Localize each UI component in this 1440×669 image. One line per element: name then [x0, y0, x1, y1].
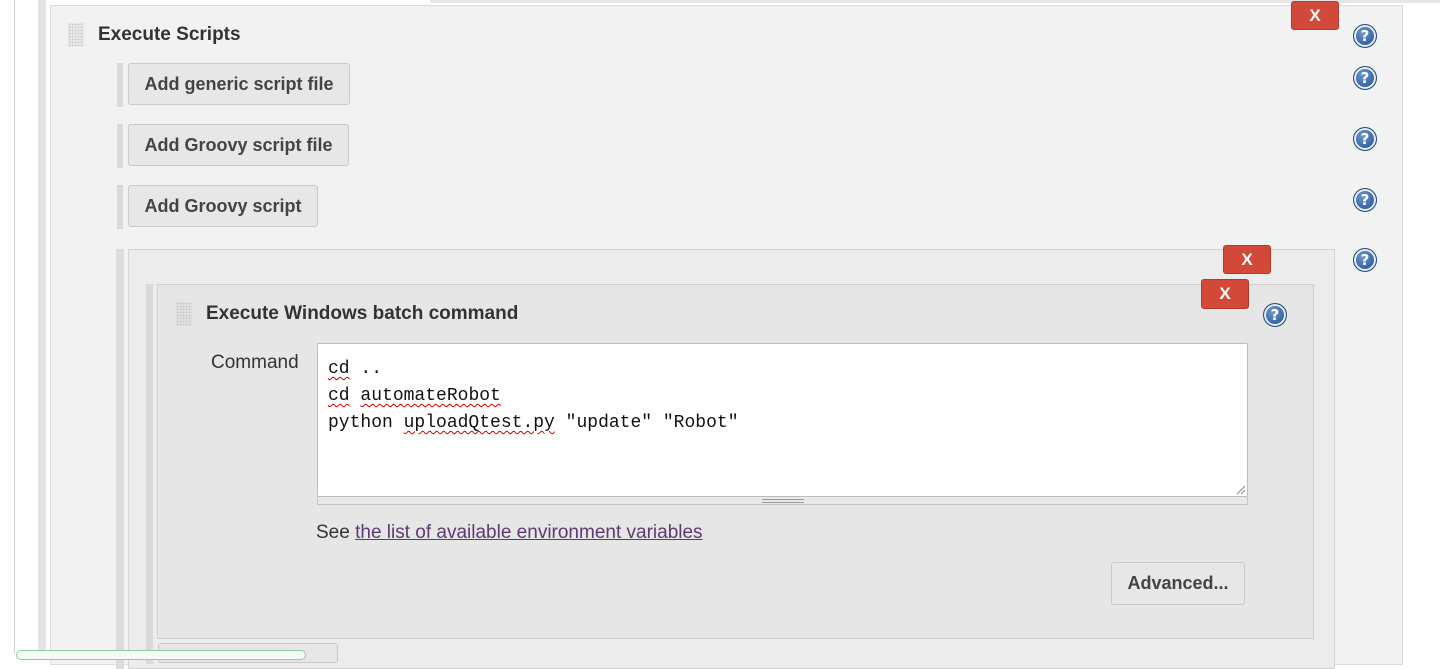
- command-word: ..: [349, 359, 383, 379]
- command-word: uploadQtest.py: [403, 413, 555, 433]
- notification-bar: [16, 650, 306, 660]
- command-word: automateRobot: [360, 386, 501, 406]
- help-icon[interactable]: ?: [1263, 303, 1287, 327]
- inner-step-rail: [116, 249, 124, 669]
- add-generic-script-file-button[interactable]: Add generic script file: [128, 63, 350, 105]
- help-icon[interactable]: ?: [1353, 24, 1377, 48]
- delete-section-button[interactable]: X: [1291, 1, 1339, 30]
- command-line: python uploadQtest.py "update" "Robot": [328, 410, 1237, 437]
- top-divider: [430, 0, 1440, 3]
- command-word: cd: [328, 359, 350, 379]
- textarea-resize-icon[interactable]: [1236, 485, 1246, 495]
- command-textarea[interactable]: cd .. cd automateRobot python uploadQtest.…: [317, 343, 1248, 497]
- command-word: "update" "Robot": [554, 413, 739, 433]
- env-vars-note: See the list of available environment va…: [316, 522, 703, 544]
- button-rail: [117, 124, 123, 168]
- resize-grip-icon[interactable]: [762, 499, 804, 503]
- button-rail: [117, 63, 123, 107]
- outer-rail: [38, 0, 46, 654]
- command-line: cd automateRobot: [328, 383, 1237, 410]
- help-icon[interactable]: ?: [1353, 127, 1377, 151]
- command-word: [350, 386, 361, 406]
- add-groovy-script-file-button[interactable]: Add Groovy script file: [128, 124, 349, 166]
- delete-batch-step-button[interactable]: X: [1201, 279, 1249, 309]
- add-groovy-script-button[interactable]: Add Groovy script: [128, 185, 318, 227]
- batch-step-rail: [146, 284, 153, 664]
- help-icon[interactable]: ?: [1353, 188, 1377, 212]
- batch-step-title: Execute Windows batch command: [206, 303, 519, 324]
- command-word: python: [328, 413, 404, 433]
- drag-handle-icon[interactable]: [176, 302, 192, 326]
- command-word: cd: [328, 386, 350, 406]
- command-line: cd ..: [328, 356, 1237, 383]
- env-vars-link[interactable]: the list of available environment variab…: [355, 522, 702, 543]
- section-title: Execute Scripts: [98, 24, 241, 45]
- help-icon[interactable]: ?: [1353, 66, 1377, 90]
- advanced-button[interactable]: Advanced...: [1111, 562, 1245, 605]
- delete-inner-step-button[interactable]: X: [1223, 245, 1271, 274]
- help-icon[interactable]: ?: [1353, 248, 1377, 272]
- see-prefix: See: [316, 522, 356, 543]
- drag-handle-icon[interactable]: [68, 23, 84, 47]
- command-label: Command: [211, 352, 299, 373]
- button-rail: [117, 185, 123, 229]
